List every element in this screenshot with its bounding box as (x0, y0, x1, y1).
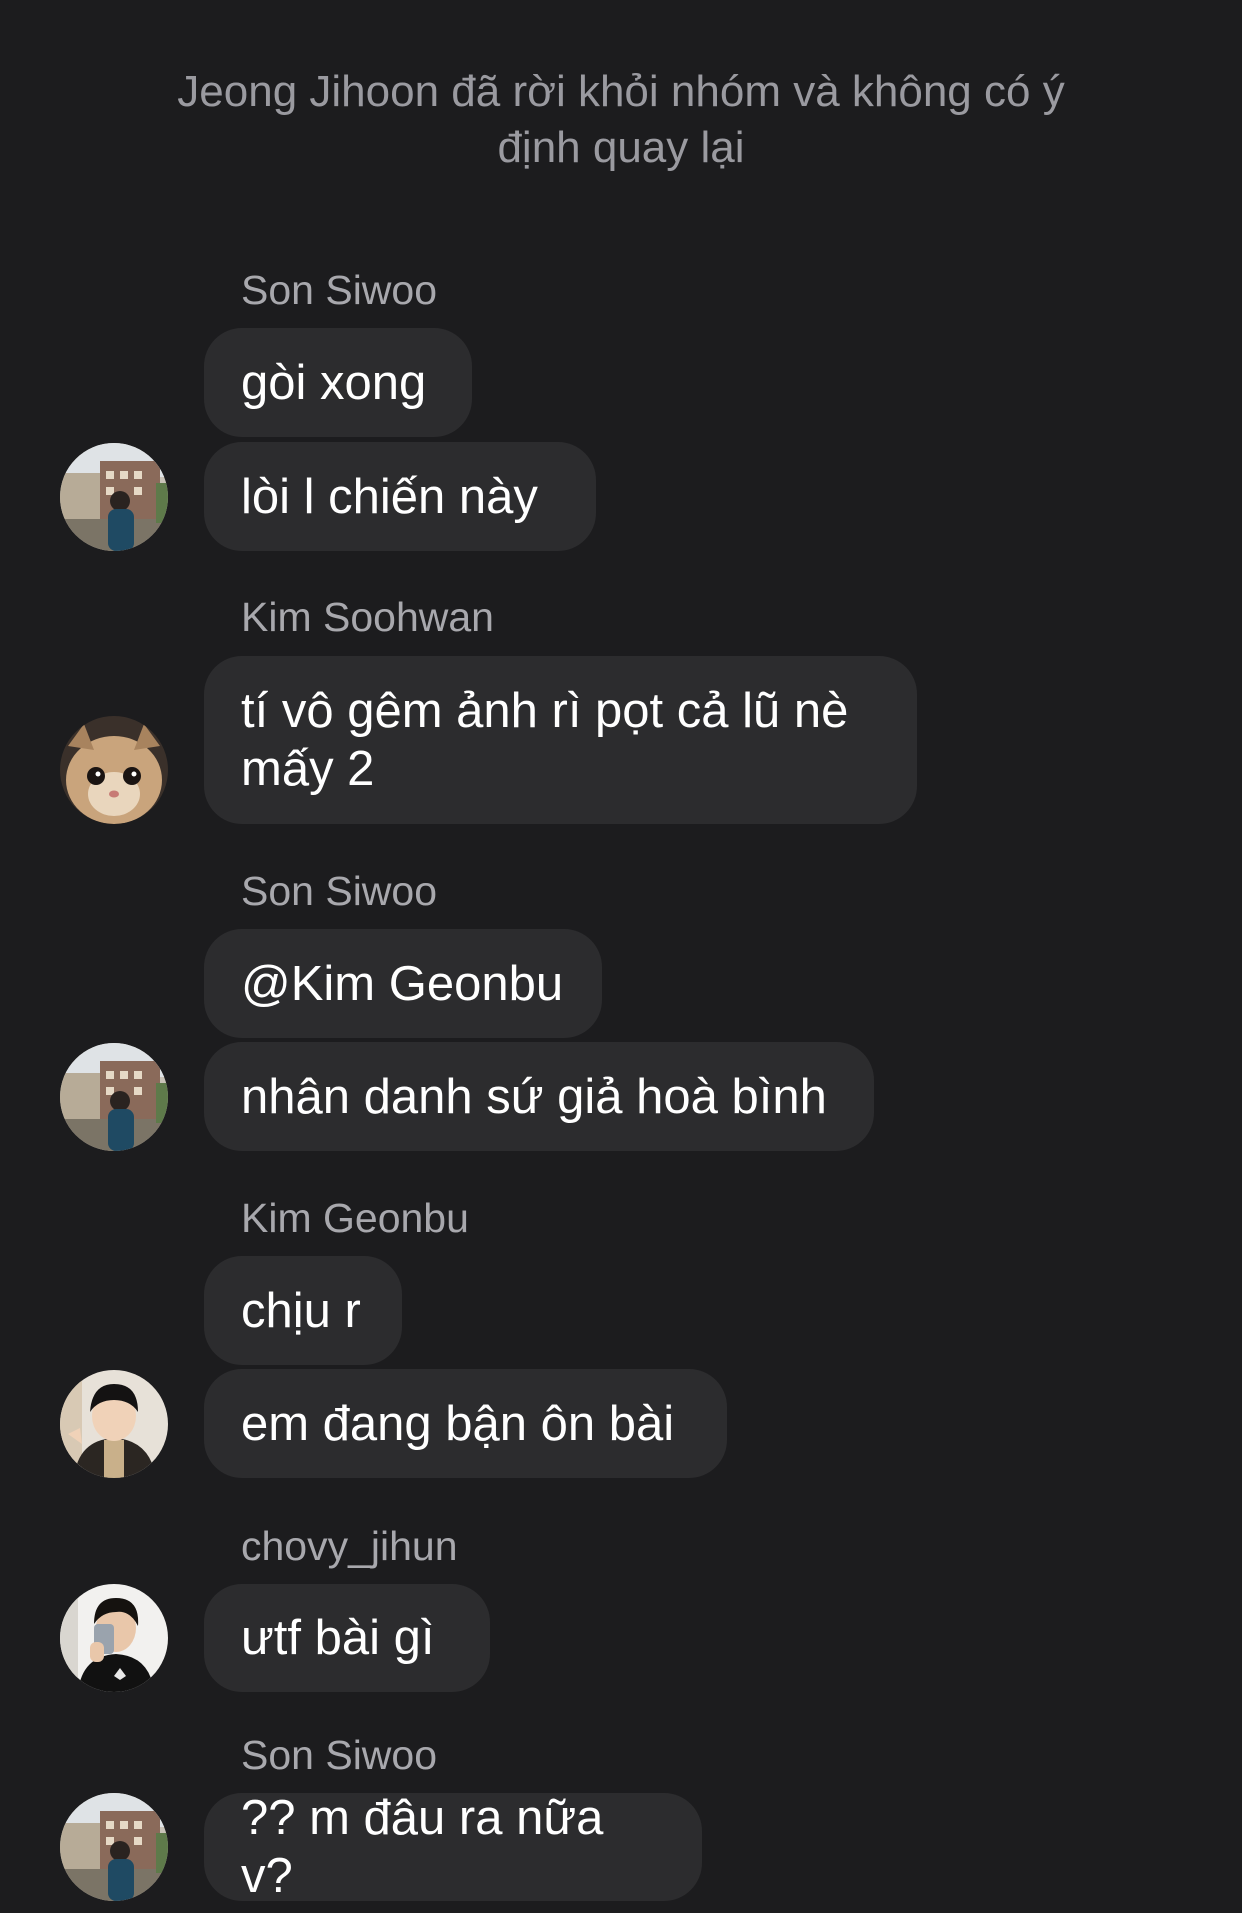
message-bubble[interactable]: lòi l chiến này (204, 442, 596, 551)
sender-name: Son Siwoo (241, 267, 438, 313)
building-photo-avatar[interactable] (60, 1793, 168, 1901)
message-text: chịu r (241, 1283, 361, 1338)
building-photo-avatar[interactable] (60, 1043, 168, 1151)
message-text: ưtf bài gì (241, 1611, 435, 1665)
group-leave-notice: Jeong Jihoon đã rời khỏi nhóm và không c… (177, 67, 1065, 172)
message-bubble[interactable]: chịu r (204, 1256, 402, 1365)
mirror-selfie-avatar[interactable] (60, 1584, 168, 1692)
sender-name: chovy_jihun (241, 1523, 458, 1569)
message-text: tí vô gêm ảnh rì pọt cả lũ nè mấy 2 (241, 684, 849, 796)
sender-name: Son Siwoo (241, 868, 438, 914)
message-bubble[interactable]: tí vô gêm ảnh rì pọt cả lũ nè mấy 2 (204, 656, 917, 824)
message-bubble[interactable]: ?? m đâu ra nữa v? (204, 1791, 702, 1903)
message-text: em đang bận ôn bài (241, 1396, 675, 1451)
message-bubble[interactable]: @Kim Geonbu (204, 929, 602, 1038)
message-bubble[interactable]: gòi xong (204, 328, 472, 437)
cat-photo-avatar[interactable] (60, 716, 168, 824)
sender-name: Kim Soohwan (241, 594, 494, 640)
sender-name: Son Siwoo (241, 1732, 438, 1778)
building-photo-avatar[interactable] (60, 443, 168, 551)
person-photo-avatar[interactable] (60, 1370, 168, 1478)
message-bubble[interactable]: ưtf bài gì (204, 1584, 490, 1692)
sender-name: Kim Geonbu (241, 1195, 469, 1241)
message-text: lòi l chiến này (241, 469, 538, 524)
message-text: ?? m đâu ra nữa v? (241, 1791, 604, 1903)
message-bubble[interactable]: em đang bận ôn bài (204, 1369, 727, 1478)
message-text: nhân danh sứ giả hoà bình (241, 1069, 827, 1124)
message-bubble[interactable]: nhân danh sứ giả hoà bình (204, 1042, 874, 1151)
message-text: gòi xong (241, 355, 427, 410)
message-text: @Kim Geonbu (241, 956, 564, 1011)
